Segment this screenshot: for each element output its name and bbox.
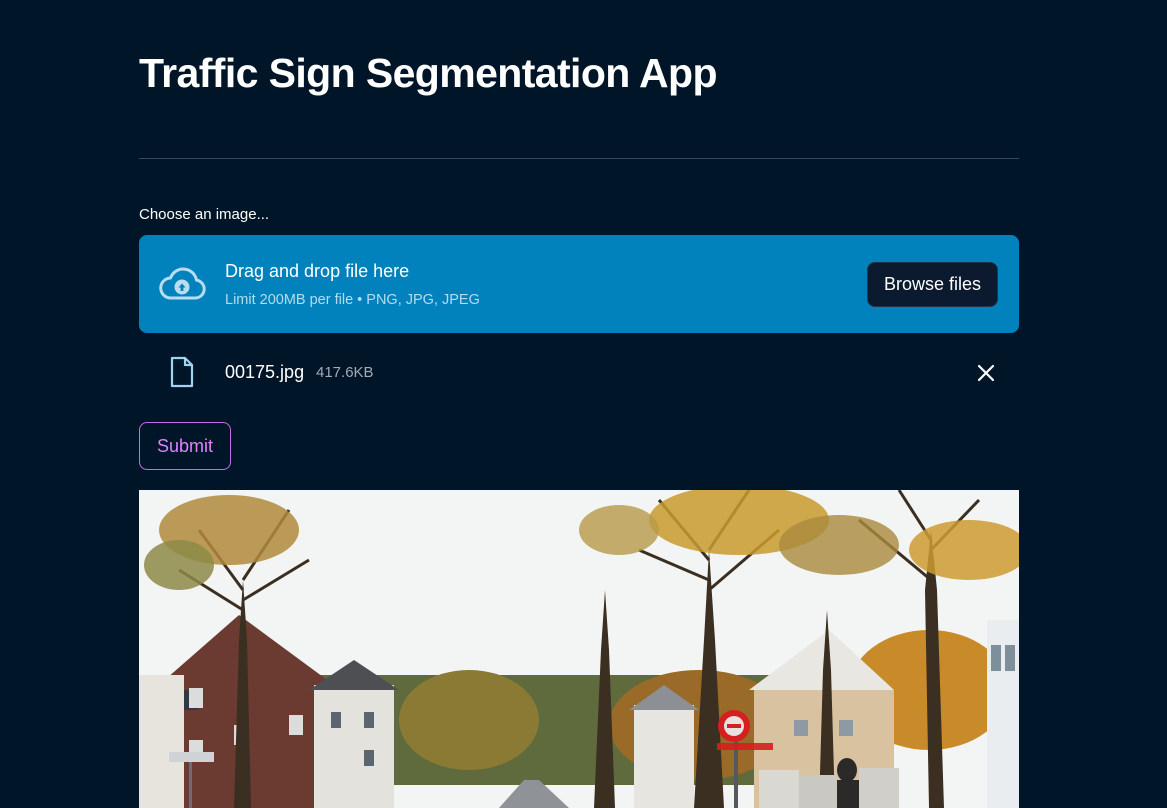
result-image <box>139 490 1019 808</box>
dropzone-title: Drag and drop file here <box>225 261 410 281</box>
browse-files-button[interactable]: Browse files <box>867 262 998 307</box>
uploaded-file-size: 417.6KB <box>316 364 374 381</box>
file-icon <box>170 356 194 388</box>
dropzone-limit: Limit 200MB per file • PNG, JPG, JPEG <box>225 292 480 308</box>
divider <box>139 158 1019 159</box>
uploaded-file-name: 00175.jpg <box>225 362 305 382</box>
cloud-upload-icon <box>159 267 206 300</box>
file-dropzone[interactable]: Drag and drop file here Limit 200MB per … <box>139 235 1019 333</box>
close-icon[interactable] <box>976 363 996 383</box>
page-title: Traffic Sign Segmentation App <box>139 50 718 96</box>
dropzone-instructions: Drag and drop file here Limit 200MB per … <box>225 259 480 310</box>
uploaded-file-row: 00175.jpg 417.6KB <box>139 350 1019 394</box>
street-scene-photo <box>139 490 1019 808</box>
submit-button[interactable]: Submit <box>139 422 231 470</box>
uploader-label: Choose an image... <box>139 206 270 223</box>
